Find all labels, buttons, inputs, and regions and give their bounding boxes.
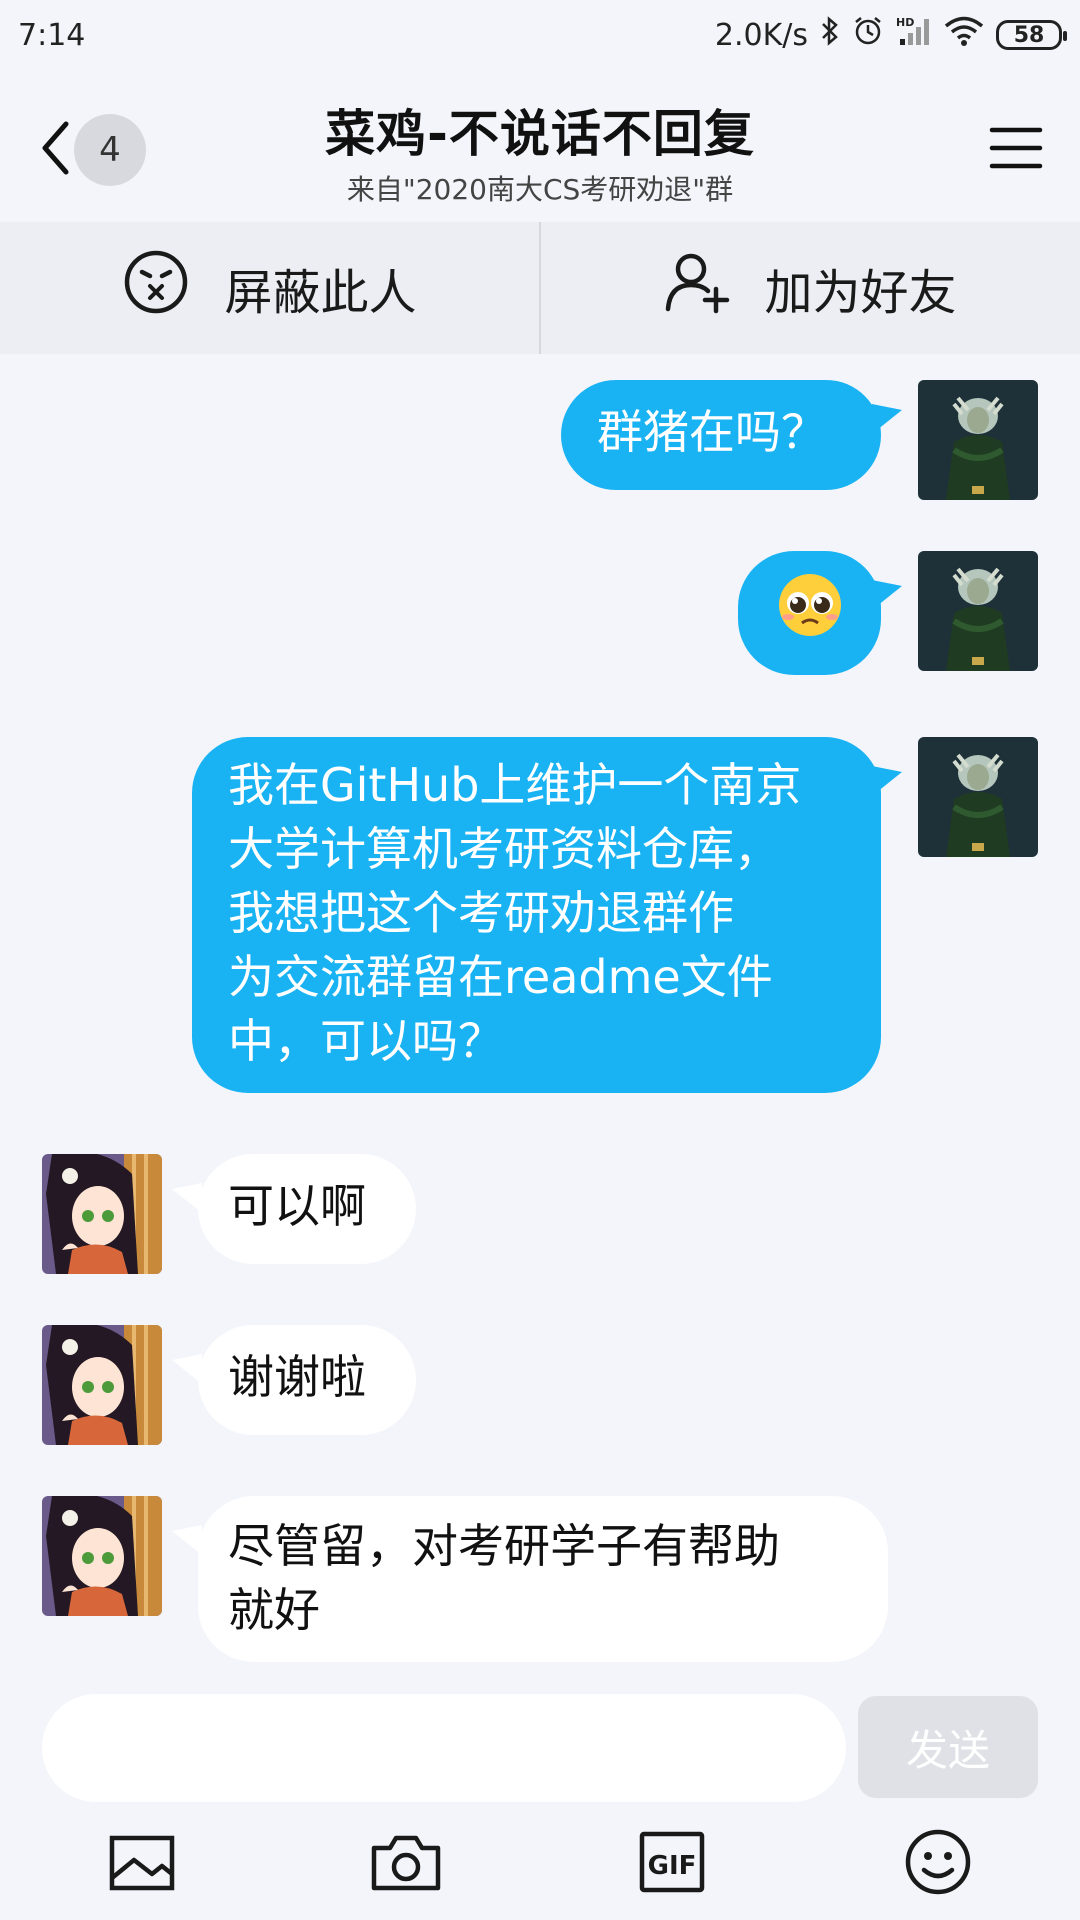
my-avatar[interactable]: [918, 737, 1038, 857]
message-text: 群猪在吗？: [597, 405, 827, 459]
contact-avatar[interactable]: [42, 1325, 162, 1445]
svg-text:GIF: GIF: [648, 1851, 697, 1881]
pleading-face-emoji-icon: [776, 571, 844, 655]
message-text: 可以啊: [228, 1179, 366, 1233]
chat-area[interactable]: 群猪在吗？ 我在GitHub上维护一个南京 大学计算机考研资料仓库， 我想把这个…: [0, 354, 1080, 1684]
block-user-label: 屏蔽此人: [224, 265, 417, 321]
message-bubble-incoming[interactable]: 谢谢啦: [198, 1325, 416, 1435]
page-title: 菜鸡-不说话不回复: [325, 105, 755, 163]
message-line: 中，可以吗？: [228, 1014, 504, 1068]
bubble-tail: [872, 766, 902, 796]
message-bubble-outgoing[interactable]: 我在GitHub上维护一个南京 大学计算机考研资料仓库， 我想把这个考研劝退群作…: [192, 737, 881, 1093]
message-line: 尽管留，对考研学子有帮助: [228, 1519, 780, 1573]
svg-text:HD: HD: [896, 16, 914, 29]
message-bubble-incoming[interactable]: 可以啊: [198, 1154, 416, 1264]
hamburger-menu-icon: [986, 127, 1046, 182]
status-time: 7:14: [18, 17, 86, 53]
gif-button[interactable]: GIF: [634, 1824, 710, 1900]
signal-icon: HD: [896, 15, 932, 55]
message-line: 就好: [228, 1583, 320, 1637]
my-avatar[interactable]: [918, 380, 1038, 500]
camera-button[interactable]: [368, 1824, 444, 1900]
message-line: 我想把这个考研劝退群作: [228, 886, 734, 940]
chat-header: 4 菜鸡-不说话不回复 来自"2020南大CS考研劝退"群: [0, 70, 1080, 222]
alarm-icon: [852, 15, 884, 55]
message-bubble-incoming[interactable]: 尽管留，对考研学子有帮助 就好: [198, 1496, 888, 1662]
back-button[interactable]: 4: [40, 110, 170, 190]
send-button[interactable]: 发送: [858, 1696, 1038, 1798]
input-bar: 发送: [0, 1684, 1080, 1804]
image-button[interactable]: [104, 1824, 180, 1900]
blocked-face-icon: [122, 248, 190, 328]
message-line: 我在GitHub上维护一个南京: [228, 758, 802, 812]
battery-indicator: 58: [996, 20, 1067, 50]
bubble-tail: [872, 404, 902, 434]
image-icon: [104, 1835, 180, 1904]
block-user-button[interactable]: 屏蔽此人: [0, 222, 539, 354]
menu-button[interactable]: [986, 118, 1046, 178]
chevron-left-icon: [40, 120, 70, 180]
my-avatar[interactable]: [918, 551, 1038, 671]
unread-count-badge: 4: [74, 114, 146, 186]
add-friend-label: 加为好友: [764, 265, 957, 321]
bluetooth-icon: [820, 16, 840, 54]
message-input[interactable]: [42, 1694, 846, 1802]
smiley-face-icon: [900, 1829, 976, 1904]
bottom-toolbar: GIF: [0, 1804, 1080, 1920]
status-bar: 7:14 2.0K/s HD 58: [0, 0, 1080, 70]
message-bubble-outgoing[interactable]: 群猪在吗？: [561, 380, 881, 490]
message-line: 为交流群留在readme文件: [228, 950, 773, 1004]
add-user-icon: [664, 249, 730, 327]
message-bubble-outgoing[interactable]: [738, 551, 881, 675]
gif-icon: GIF: [634, 1831, 710, 1904]
message-text: 谢谢啦: [228, 1350, 366, 1404]
message-line: 大学计算机考研资料仓库，: [228, 822, 780, 876]
add-friend-button[interactable]: 加为好友: [539, 222, 1080, 354]
page-subtitle: 来自"2020南大CS考研劝退"群: [346, 173, 734, 206]
contact-avatar[interactable]: [42, 1154, 162, 1274]
emoji-button[interactable]: [900, 1824, 976, 1900]
wifi-icon: [944, 15, 984, 55]
contact-avatar[interactable]: [42, 1496, 162, 1616]
action-bar: 屏蔽此人 加为好友: [0, 222, 1080, 354]
network-speed: 2.0K/s: [714, 17, 808, 53]
bubble-tail: [872, 580, 902, 610]
camera-icon: [368, 1835, 444, 1904]
